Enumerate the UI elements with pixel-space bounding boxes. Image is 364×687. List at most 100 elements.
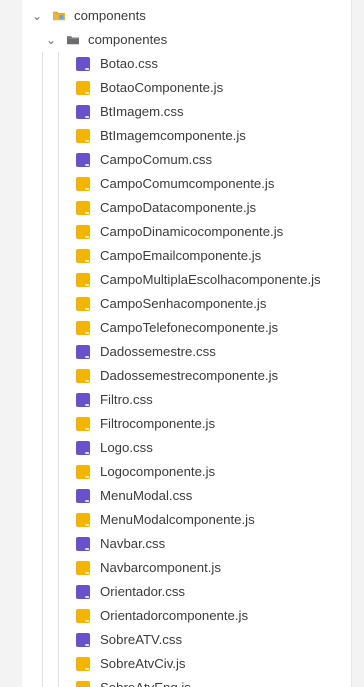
file-label: Filtrocomponente.js xyxy=(100,416,216,431)
js-file-icon xyxy=(76,321,90,335)
css-file-icon xyxy=(76,441,90,455)
file-icon-mark xyxy=(85,236,89,238)
folder-componentes-row[interactable]: ⌄ componentes xyxy=(0,28,352,52)
file-label: SobreATV.css xyxy=(100,632,183,647)
chevron-down-icon[interactable]: ⌄ xyxy=(32,10,42,22)
file-row[interactable]: Dadossemestrecomponente.js xyxy=(0,364,352,388)
file-label: CampoEmailcomponente.js xyxy=(100,248,262,263)
file-icon-mark xyxy=(85,140,89,142)
css-file-icon xyxy=(76,393,90,407)
chevron-down-icon[interactable]: ⌄ xyxy=(46,34,56,46)
folder-icon xyxy=(52,10,66,22)
file-row[interactable]: BotaoComponente.js xyxy=(0,76,352,100)
file-row[interactable]: Filtro.css xyxy=(0,388,352,412)
file-label: Dadossemestre.css xyxy=(100,344,216,359)
file-label: SobreAtvEng.js xyxy=(100,676,191,687)
js-file-icon xyxy=(76,177,90,191)
file-row[interactable]: BtImagem.css xyxy=(0,100,352,124)
file-label: SobreAtvCiv.js xyxy=(100,656,186,671)
file-icon-mark xyxy=(85,212,89,214)
file-list: Botao.css BotaoComponente.js BtImagem.css B… xyxy=(0,52,352,687)
file-icon-mark xyxy=(85,404,89,406)
js-file-icon xyxy=(76,81,90,95)
file-row[interactable]: CampoDatacomponente.js xyxy=(0,196,352,220)
js-file-icon xyxy=(76,225,90,239)
file-label: Botao.css xyxy=(100,56,158,71)
file-icon-mark xyxy=(85,452,89,454)
file-label: Logocomponente.js xyxy=(100,464,216,479)
file-row[interactable]: Logocomponente.js xyxy=(0,460,352,484)
file-label: CampoDinamicocomponente.js xyxy=(100,224,284,239)
file-row[interactable]: Navbar.css xyxy=(0,532,352,556)
file-row[interactable]: MenuModal.css xyxy=(0,484,352,508)
file-label: Navbarcomponent.js xyxy=(100,560,221,575)
file-explorer-tree: ⌄ components ⌄ componentes Botao.css Bota… xyxy=(0,0,364,687)
file-label: Dadossemestrecomponente.js xyxy=(100,368,279,383)
file-label: CampoTelefonecomponente.js xyxy=(100,320,279,335)
file-label: Orientador.css xyxy=(100,584,186,599)
file-icon-mark xyxy=(85,188,89,190)
file-row[interactable]: CampoComumcomponente.js xyxy=(0,172,352,196)
file-row[interactable]: MenuModalcomponente.js xyxy=(0,508,352,532)
folder-icon-svg xyxy=(53,11,65,21)
js-file-icon xyxy=(76,297,90,311)
file-icon-mark xyxy=(85,428,89,430)
file-row[interactable]: Filtrocomponente.js xyxy=(0,412,352,436)
folder-icon-svg xyxy=(67,36,79,45)
folder-label-componentes: componentes xyxy=(88,32,168,47)
file-row[interactable]: CampoComum.css xyxy=(0,148,352,172)
css-file-icon xyxy=(76,345,90,359)
css-file-icon xyxy=(76,585,90,599)
js-file-icon xyxy=(76,609,90,623)
file-icon-mark xyxy=(85,380,89,382)
folder-components-row[interactable]: ⌄ components xyxy=(0,4,352,28)
css-file-icon xyxy=(76,57,90,71)
file-label: Filtro.css xyxy=(100,392,153,407)
css-file-icon xyxy=(76,153,90,167)
file-icon-mark xyxy=(85,284,89,286)
file-row[interactable]: CampoSenhacomponente.js xyxy=(0,292,352,316)
file-row[interactable]: CampoDinamicocomponente.js xyxy=(0,220,352,244)
folder-label-components: components xyxy=(74,8,146,23)
file-label: CampoMultiplaEscolhacomponente.js xyxy=(100,272,321,287)
file-row[interactable]: SobreAtvCiv.js xyxy=(0,652,352,676)
file-label: Logo.css xyxy=(100,440,153,455)
file-row[interactable]: CampoMultiplaEscolhacomponente.js xyxy=(0,268,352,292)
file-row[interactable]: Botao.css xyxy=(0,52,352,76)
right-scroll-edge[interactable] xyxy=(351,0,364,687)
file-row[interactable]: CampoTelefonecomponente.js xyxy=(0,316,352,340)
file-icon-mark xyxy=(85,92,89,94)
file-icon-mark xyxy=(85,620,89,622)
file-icon-mark xyxy=(85,668,89,670)
file-icon-mark xyxy=(85,476,89,478)
file-label: CampoSenhacomponente.js xyxy=(100,296,267,311)
file-row[interactable]: CampoEmailcomponente.js xyxy=(0,244,352,268)
js-file-icon xyxy=(76,513,90,527)
js-file-icon xyxy=(76,417,90,431)
file-label: MenuModalcomponente.js xyxy=(100,512,255,527)
file-icon-mark xyxy=(85,572,89,574)
css-file-icon xyxy=(76,105,90,119)
file-row[interactable]: SobreAtvEng.js xyxy=(0,676,352,687)
file-label: CampoComumcomponente.js xyxy=(100,176,275,191)
file-label: MenuModal.css xyxy=(100,488,193,503)
js-file-icon xyxy=(76,681,90,687)
file-icon-mark xyxy=(85,164,89,166)
file-row[interactable]: BtImagemcomponente.js xyxy=(0,124,352,148)
js-file-icon xyxy=(76,273,90,287)
file-icon-mark xyxy=(85,116,89,118)
file-row[interactable]: Orientadorcomponente.js xyxy=(0,604,352,628)
file-row[interactable]: Orientador.css xyxy=(0,580,352,604)
file-label: BtImagem.css xyxy=(100,104,184,119)
js-file-icon xyxy=(76,129,90,143)
js-file-icon xyxy=(76,465,90,479)
file-icon-mark xyxy=(85,644,89,646)
file-row[interactable]: Dadossemestre.css xyxy=(0,340,352,364)
file-row[interactable]: Navbarcomponent.js xyxy=(0,556,352,580)
file-icon-mark xyxy=(85,308,89,310)
file-row[interactable]: Logo.css xyxy=(0,436,352,460)
file-label: CampoDatacomponente.js xyxy=(100,200,257,215)
css-file-icon xyxy=(76,633,90,647)
file-label: BtImagemcomponente.js xyxy=(100,128,246,143)
file-row[interactable]: SobreATV.css xyxy=(0,628,352,652)
